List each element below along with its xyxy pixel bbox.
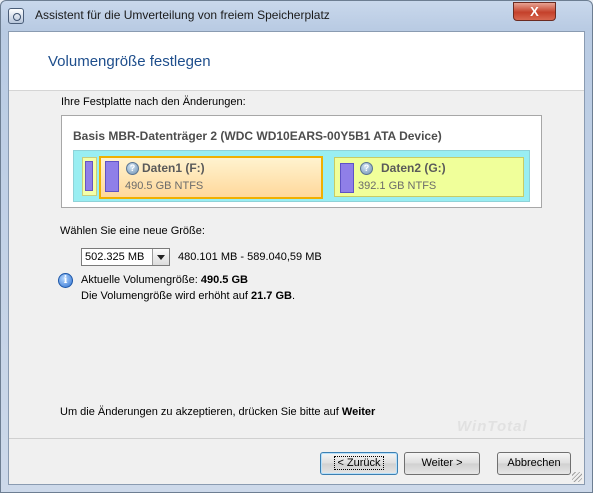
cancel-button[interactable]: Abbrechen xyxy=(497,452,571,475)
wintotal-watermark: WinTotal xyxy=(457,418,528,435)
button-divider xyxy=(9,438,584,439)
question-icon: ? xyxy=(360,162,373,175)
resize-grip[interactable] xyxy=(572,472,582,482)
partition-size: 490.5 GB NTFS xyxy=(125,180,204,192)
chevron-down-icon[interactable] xyxy=(152,249,169,265)
disk-name: Basis MBR-Datenträger 2 (WDC WD10EARS-00… xyxy=(73,129,442,143)
size-combobox[interactable] xyxy=(81,248,170,266)
partition-daten1[interactable]: ? Daten1 (F:) 490.5 GB NTFS xyxy=(99,156,323,199)
page-title: Volumengröße festlegen xyxy=(48,53,211,70)
wizard-window: Assistent für die Umverteilung von freie… xyxy=(0,0,593,493)
size-range: 480.101 MB - 589.040,59 MB xyxy=(178,251,322,263)
small-partition-segment[interactable] xyxy=(82,157,97,196)
partition-color-swatch xyxy=(85,161,93,191)
partition-bar: ? Daten1 (F:) 490.5 GB NTFS ? Daten2 (G:… xyxy=(73,150,530,202)
disk-preview-label: Ihre Festplatte nach den Änderungen: xyxy=(61,96,246,108)
disk-map: Basis MBR-Datenträger 2 (WDC WD10EARS-00… xyxy=(61,115,542,208)
current-volume-size: Aktuelle Volumengröße: 490.5 GB xyxy=(81,274,248,286)
size-input[interactable] xyxy=(82,249,153,265)
window-title: Assistent für die Umverteilung von freie… xyxy=(35,8,330,22)
partition-daten2[interactable]: ? Daten2 (G:) 392.1 GB NTFS xyxy=(334,157,524,197)
volume-increase-info: Die Volumengröße wird erhöht auf 21.7 GB… xyxy=(81,290,296,302)
wizard-client-area: Volumengröße festlegen Ihre Festplatte n… xyxy=(8,31,585,485)
back-button[interactable]: < Zurück xyxy=(320,452,398,475)
new-size-label: Wählen Sie eine neue Größe: xyxy=(60,225,205,237)
close-button[interactable]: X xyxy=(513,2,556,21)
accept-instructions: Um die Änderungen zu akzeptieren, drücke… xyxy=(60,406,376,418)
info-icon: i xyxy=(58,273,73,288)
wizard-header: Volumengröße festlegen xyxy=(9,32,584,91)
disk-app-icon xyxy=(8,8,24,24)
question-icon: ? xyxy=(126,162,139,175)
partition-color-swatch xyxy=(340,163,354,193)
partition-name: Daten2 (G:) xyxy=(381,161,446,175)
title-bar[interactable]: Assistent für die Umverteilung von freie… xyxy=(1,1,592,31)
partition-color-swatch xyxy=(105,161,119,192)
partition-name: Daten1 (F:) xyxy=(142,161,205,175)
next-button[interactable]: Weiter > xyxy=(404,452,480,475)
partition-size: 392.1 GB NTFS xyxy=(358,180,437,192)
